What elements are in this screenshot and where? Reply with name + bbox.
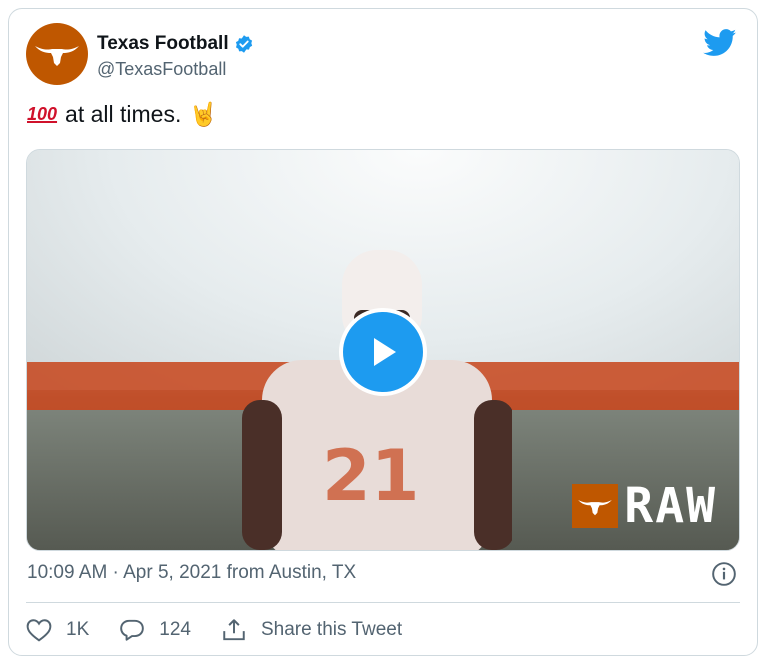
action-bar: 1K 124 Share this Tweet — [26, 617, 432, 643]
jersey-number: 21 — [322, 435, 419, 517]
longhorn-watermark-icon — [572, 484, 619, 528]
verified-badge-icon — [235, 35, 252, 53]
reply-count: 124 — [159, 619, 191, 640]
avatar[interactable] — [26, 23, 88, 85]
author-name-row[interactable]: Texas Football — [97, 33, 254, 55]
heart-icon — [26, 619, 52, 642]
reply-icon — [120, 619, 145, 641]
video-player[interactable]: 21 RAW — [26, 149, 740, 551]
author-handle[interactable]: @TexasFootball — [97, 59, 226, 80]
share-button[interactable]: Share this Tweet — [221, 617, 402, 643]
play-button[interactable] — [339, 308, 427, 396]
author-name[interactable]: Texas Football — [97, 33, 229, 55]
info-icon[interactable] — [711, 561, 737, 592]
like-button[interactable]: 1K — [26, 618, 89, 642]
share-label: Share this Tweet — [260, 619, 403, 640]
tweet-body: at all times. — [65, 101, 182, 127]
tweet-text: 100 at all times. 🤘 — [27, 101, 218, 128]
raw-watermark: RAW — [572, 478, 717, 534]
divider — [26, 602, 740, 603]
play-icon — [374, 338, 396, 366]
like-count: 1K — [66, 619, 90, 640]
twitter-bird-icon[interactable] — [703, 29, 737, 62]
tweet-card: Texas Football @TexasFootball 100 at all… — [8, 8, 758, 656]
raw-label: RAW — [624, 478, 717, 534]
sign-of-the-horns-icon: 🤘 — [189, 102, 219, 128]
share-icon — [223, 619, 245, 641]
tweet-timestamp[interactable]: 10:09 AM · Apr 5, 2021 from Austin, TX — [27, 562, 356, 584]
longhorn-logo-icon — [35, 46, 79, 66]
hundred-points-icon: 100 — [27, 104, 58, 124]
reply-button[interactable]: 124 — [119, 618, 191, 642]
